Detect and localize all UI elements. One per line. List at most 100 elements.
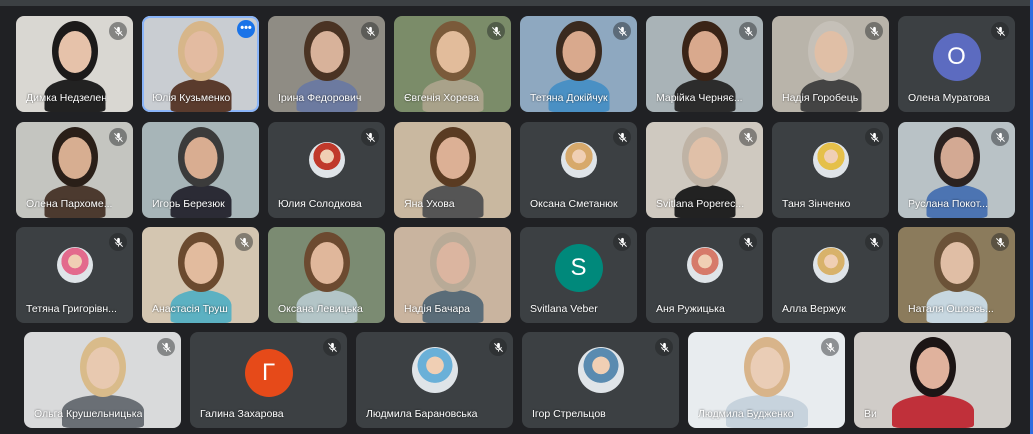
participant-tile[interactable]: Олена Пархоме... bbox=[16, 122, 133, 218]
participant-avatar-photo bbox=[560, 142, 597, 179]
mic-off-icon bbox=[655, 338, 673, 356]
participant-tile[interactable]: Ольга Крушельницька bbox=[24, 332, 181, 428]
participant-name: Ігор Стрельцов bbox=[532, 408, 606, 420]
participant-name: Яна Ухова bbox=[404, 198, 455, 210]
participant-name: Оксана Сметанюк bbox=[530, 198, 618, 210]
participant-video-face bbox=[58, 31, 91, 73]
participant-tile[interactable]: О Олена Муратова bbox=[898, 16, 1015, 112]
mic-off-icon bbox=[739, 22, 757, 40]
mic-off-icon bbox=[361, 128, 379, 146]
participant-tile[interactable]: Оксана Левицька bbox=[268, 227, 385, 323]
participant-name: Людмила Будженко bbox=[698, 408, 794, 420]
participant-video-body bbox=[891, 395, 974, 428]
participant-tile[interactable]: Людмила Будженко bbox=[688, 332, 845, 428]
participant-name: Надія Бачара bbox=[404, 303, 470, 315]
participant-name: Марійка Черняє... bbox=[656, 92, 743, 104]
participant-avatar-letter: Г bbox=[244, 349, 293, 398]
participant-tile[interactable]: Ірина Федорович bbox=[268, 16, 385, 112]
participant-video-face bbox=[688, 137, 721, 179]
participant-tile[interactable]: Тетяна Докійчук bbox=[520, 16, 637, 112]
participant-name: Надія Горобець bbox=[782, 92, 859, 104]
participant-video-face bbox=[436, 31, 469, 73]
participant-name: Димка Недзелен bbox=[26, 92, 108, 104]
participant-tile[interactable]: ••• Юлія Кузьменко bbox=[142, 16, 259, 112]
participant-row: Димка Недзелен ••• Юлія Кузьменко Ірина Фед… bbox=[16, 16, 1015, 112]
mic-off-icon bbox=[157, 338, 175, 356]
mic-off-icon bbox=[613, 128, 631, 146]
participant-video-face bbox=[310, 31, 343, 73]
participant-avatar-photo bbox=[686, 247, 723, 284]
participant-name: Анастасія Труш bbox=[152, 303, 228, 315]
participant-name: Ольга Крушельницька bbox=[34, 408, 143, 420]
participant-video-face bbox=[86, 347, 119, 389]
participant-tile[interactable]: Г Галина Захарова bbox=[190, 332, 347, 428]
mic-off-icon bbox=[991, 128, 1009, 146]
mic-off-icon bbox=[361, 22, 379, 40]
participant-name: Олена Муратова bbox=[908, 92, 990, 104]
participant-name: Олена Пархоме... bbox=[26, 198, 113, 210]
mic-off-icon bbox=[739, 233, 757, 251]
participant-video-face bbox=[814, 31, 847, 73]
participant-name: Ірина Федорович bbox=[278, 92, 362, 104]
participant-name: Оксана Левицька bbox=[278, 303, 363, 315]
mic-off-icon bbox=[235, 233, 253, 251]
participant-video-face bbox=[310, 242, 343, 284]
participant-video-face bbox=[940, 137, 973, 179]
participant-tile[interactable]: S Svitlana Veber bbox=[520, 227, 637, 323]
participant-name: Наталя Ошовсь... bbox=[908, 303, 994, 315]
participant-name: Аня Ружицька bbox=[656, 303, 725, 315]
participant-name: Тетяна Докійчук bbox=[530, 92, 608, 104]
mic-off-icon bbox=[613, 22, 631, 40]
participant-tile[interactable]: Ігор Стрельцов bbox=[522, 332, 679, 428]
participant-name: Тетяна Григорівн... bbox=[26, 303, 117, 315]
participant-tile[interactable]: Руслана Покот... bbox=[898, 122, 1015, 218]
mic-off-icon bbox=[109, 128, 127, 146]
participant-row: Тетяна Григорівн... Анастасія Труш Оксана … bbox=[16, 227, 1015, 323]
participant-avatar-photo bbox=[56, 247, 93, 284]
participant-tile[interactable]: Тетяна Григорівн... bbox=[16, 227, 133, 323]
participant-tile[interactable]: Надія Горобець bbox=[772, 16, 889, 112]
participant-tile[interactable]: Алла Вержук bbox=[772, 227, 889, 323]
participant-tile[interactable]: Людмила Барановська bbox=[356, 332, 513, 428]
participant-avatar-letter: S bbox=[554, 244, 603, 293]
participant-avatar-photo bbox=[308, 142, 345, 179]
participant-tile[interactable]: Надія Бачара bbox=[394, 227, 511, 323]
participant-tile[interactable]: Оксана Сметанюк bbox=[520, 122, 637, 218]
participant-tile[interactable]: Таня Зінченко bbox=[772, 122, 889, 218]
participant-tile[interactable]: Наталя Ошовсь... bbox=[898, 227, 1015, 323]
participant-row: Олена Пархоме... Игорь Березюк Юлия Солодк… bbox=[16, 122, 1015, 218]
participant-name: Svitlana Veber bbox=[530, 303, 598, 315]
participant-video-face bbox=[184, 242, 217, 284]
participant-tile[interactable]: Ви bbox=[854, 332, 1011, 428]
participant-tile[interactable]: Яна Ухова bbox=[394, 122, 511, 218]
participant-avatar-letter: О bbox=[932, 33, 981, 82]
participant-video-face bbox=[688, 31, 721, 73]
participant-name: Євгенія Хорева bbox=[404, 92, 480, 104]
participant-tile[interactable]: Юлия Солодкова bbox=[268, 122, 385, 218]
participant-tile[interactable]: Svitlana Poperec... bbox=[646, 122, 763, 218]
participant-name: Галина Захарова bbox=[200, 408, 284, 420]
participant-avatar-photo bbox=[812, 142, 849, 179]
participant-name: Svitlana Poperec... bbox=[656, 198, 745, 210]
participant-avatar-photo bbox=[411, 347, 458, 394]
mic-off-icon bbox=[865, 22, 883, 40]
participant-tile[interactable]: Євгенія Хорева bbox=[394, 16, 511, 112]
participant-name: Игорь Березюк bbox=[152, 198, 225, 210]
participant-video-face bbox=[184, 137, 217, 179]
participant-tile[interactable]: Димка Недзелен bbox=[16, 16, 133, 112]
participant-avatar-photo bbox=[577, 347, 624, 394]
participant-video-face bbox=[58, 137, 91, 179]
participant-tile[interactable]: Игорь Березюк bbox=[142, 122, 259, 218]
participant-tile[interactable]: Аня Ружицька bbox=[646, 227, 763, 323]
participant-video-face bbox=[750, 347, 783, 389]
participant-name: Людмила Барановська bbox=[366, 408, 478, 420]
participant-name: Ви bbox=[864, 408, 877, 420]
mic-off-icon bbox=[487, 22, 505, 40]
participant-name: Юлія Кузьменко bbox=[152, 92, 231, 104]
participant-video-face bbox=[562, 31, 595, 73]
participant-tile[interactable]: Анастасія Труш bbox=[142, 227, 259, 323]
mic-off-icon bbox=[489, 338, 507, 356]
more-options-button[interactable]: ••• bbox=[237, 20, 255, 38]
participant-tile[interactable]: Марійка Черняє... bbox=[646, 16, 763, 112]
mic-off-icon bbox=[109, 233, 127, 251]
